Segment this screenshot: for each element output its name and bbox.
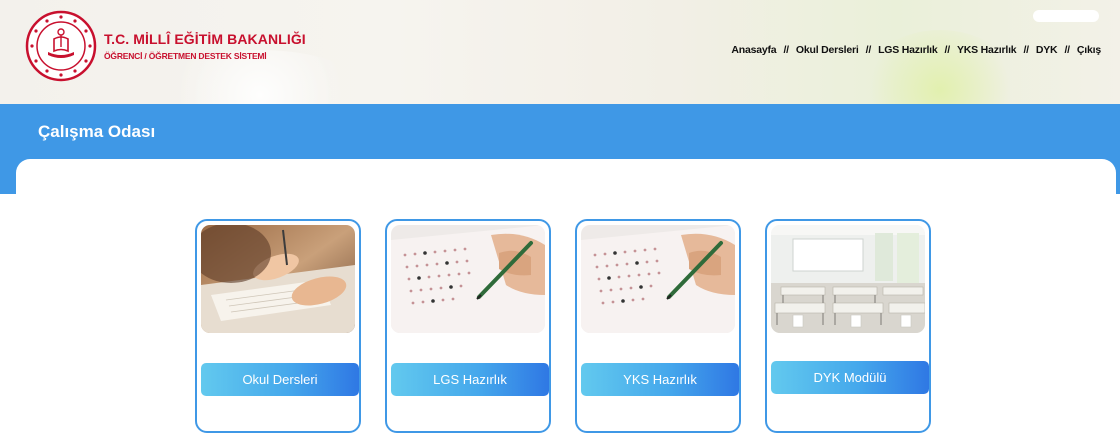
- nav-separator: //: [944, 44, 951, 56]
- page-title: Çalışma Odası: [38, 122, 156, 141]
- nav-separator: //: [1064, 44, 1070, 56]
- ministry-title: T.C. MİLLÎ EĞİTİM BAKANLIĞI: [104, 31, 306, 47]
- nav-logout[interactable]: Çıkış: [1077, 44, 1101, 56]
- students-writing-image: [201, 225, 355, 333]
- header-pill: [1033, 10, 1099, 22]
- page: T.C. MİLLÎ EĞİTİM BAKANLIĞI ÖĞRENCİ / ÖĞ…: [0, 0, 1120, 441]
- header-decoration: [860, 30, 1020, 104]
- card-yks-prep: YKS Hazırlık: [575, 219, 741, 433]
- card-dyk-module: DYK Modülü: [765, 219, 931, 433]
- site-header: T.C. MİLLÎ EĞİTİM BAKANLIĞI ÖĞRENCİ / ÖĞ…: [0, 0, 1120, 104]
- nav-yks-prep[interactable]: YKS Hazırlık: [957, 44, 1017, 56]
- meb-emblem-icon[interactable]: [24, 9, 98, 83]
- card-school-courses: Okul Dersleri: [195, 219, 361, 433]
- content-panel: [16, 159, 1116, 441]
- top-nav: Anasayfa // Okul Dersleri // LGS Hazırlı…: [731, 44, 1101, 56]
- yks-prep-button[interactable]: YKS Hazırlık: [581, 363, 739, 396]
- nav-home[interactable]: Anasayfa: [731, 44, 776, 56]
- lgs-prep-button[interactable]: LGS Hazırlık: [391, 363, 549, 396]
- nav-dyk[interactable]: DYK: [1036, 44, 1058, 56]
- system-subtitle: ÖĞRENCİ / ÖĞRETMEN DESTEK SİSTEMİ: [104, 51, 267, 61]
- nav-separator: //: [783, 44, 789, 56]
- brand-block: T.C. MİLLÎ EĞİTİM BAKANLIĞI ÖĞRENCİ / ÖĞ…: [104, 31, 306, 61]
- nav-separator: //: [1023, 44, 1029, 56]
- answer-sheet-image: [581, 225, 735, 333]
- answer-sheet-image: [391, 225, 545, 333]
- nav-separator: //: [865, 44, 872, 56]
- nav-school-courses[interactable]: Okul Dersleri: [796, 44, 859, 56]
- classroom-image: [771, 225, 925, 333]
- dyk-module-button[interactable]: DYK Modülü: [771, 361, 929, 394]
- card-lgs-prep: LGS Hazırlık: [385, 219, 551, 433]
- school-courses-button[interactable]: Okul Dersleri: [201, 363, 359, 396]
- nav-lgs-prep[interactable]: LGS Hazırlık: [878, 44, 938, 56]
